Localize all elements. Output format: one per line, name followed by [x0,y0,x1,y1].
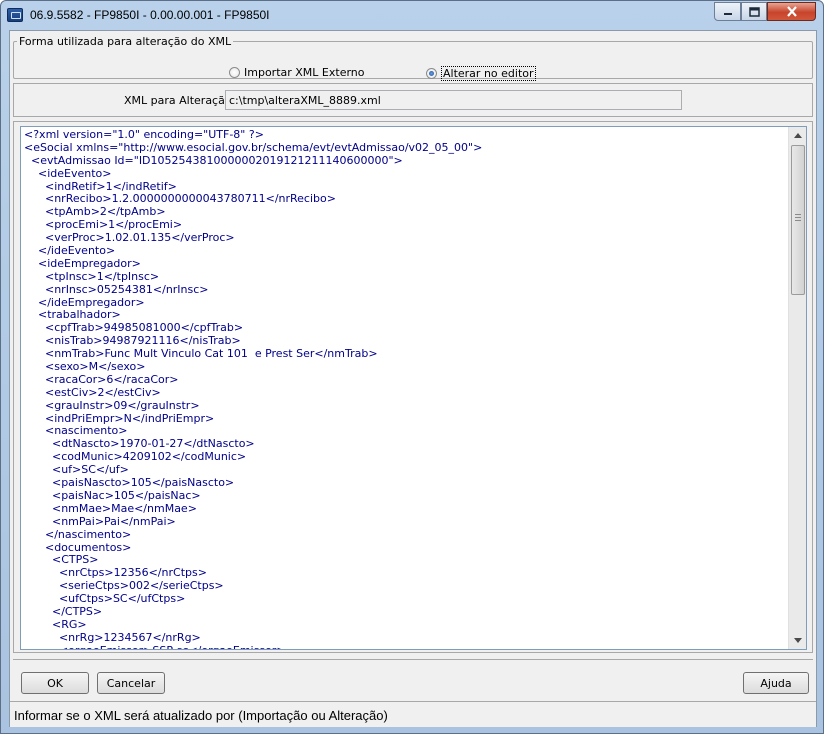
maximize-button[interactable] [741,2,767,21]
xml-line: </CTPS> [24,604,103,618]
radio-import-external-xml[interactable]: Importar XML Externo [229,66,365,79]
xml-line: <nmPai>Pai</nmPai> [24,514,176,528]
xml-line: </ideEmpregador> [24,295,145,309]
status-text: Informar se o XML será atualizado por (I… [14,708,388,723]
xml-line: <documentos> [24,540,132,554]
app-icon [7,8,23,22]
scroll-grip-icon [795,214,801,222]
help-button[interactable]: Ajuda [743,672,809,694]
xml-editor-text[interactable]: <?xml version="1.0" encoding="UTF-8" ?> <… [24,129,788,649]
ok-button[interactable]: OK [21,672,89,694]
dialog-window: 06.9.5582 - FP9850I - 0.00.00.001 - FP98… [0,0,824,734]
xml-line: <indPriEmpr>N</indPriEmpr> [24,411,215,425]
button-bar: OK Cancelar Ajuda [13,659,813,700]
minimize-button[interactable] [714,2,741,21]
minimize-icon [723,12,732,15]
xml-line: </ideEvento> [24,244,116,258]
radio-icon[interactable] [229,67,240,78]
scroll-down-button[interactable] [789,632,806,649]
xml-line: <nrRg>1234567</nrRg> [24,630,201,644]
xml-path-label: XML para Alteração: [124,94,236,107]
xml-line: <paisNac>105</paisNac> [24,488,201,502]
chevron-down-icon [793,638,802,643]
close-button[interactable] [767,2,816,21]
dialog-body: Forma utilizada para alteração do XML Im… [9,30,817,727]
xml-line: <ideEmpregador> [24,256,141,270]
xml-line: <tpInsc>1</tpInsc> [24,269,160,283]
radio-edit-in-editor[interactable]: Alterar no editor [426,66,536,81]
xml-path-panel: XML para Alteração: [13,83,813,117]
chevron-up-icon [793,133,802,138]
editor-panel: <?xml version="1.0" encoding="UTF-8" ?> <… [13,121,813,653]
radio-label: Importar XML Externo [244,66,365,79]
xml-line: <racaCor>6</racaCor> [24,372,179,386]
maximize-icon [748,6,760,17]
group-legend: Forma utilizada para alteração do XML [19,35,232,48]
xml-line: <?xml version="1.0" encoding="UTF-8" ?> [24,129,264,141]
close-icon [786,6,797,17]
xml-line: <nrInsc>05254381</nrInsc> [24,282,209,296]
xml-line: <RG> [24,617,87,631]
window-title: 06.9.5582 - FP9850I - 0.00.00.001 - FP98… [30,8,270,22]
title-bar[interactable]: 06.9.5582 - FP9850I - 0.00.00.001 - FP98… [1,1,823,29]
xml-line: <orgaoEmissor>SSP-sc</orgaoEmissor> [24,644,788,649]
xml-editor[interactable]: <?xml version="1.0" encoding="UTF-8" ?> <… [20,126,807,650]
vertical-scrollbar[interactable] [788,127,806,649]
xml-line: <verProc>1.02.01.135</verProc> [24,231,235,245]
status-bar: Informar se o XML será atualizado por (I… [10,701,816,727]
xml-line: <grauInstr>09</grauInstr> [24,398,200,412]
radio-selected-icon[interactable] [426,68,437,79]
cancel-button[interactable]: Cancelar [97,672,165,694]
xml-line: <nmMae>Mae</nmMae> [24,501,197,515]
radio-label: Alterar no editor [441,66,536,81]
xml-line: <codMunic>4209102</codMunic> [24,450,247,464]
xml-line: </nascimento> [24,527,132,541]
xml-line: <evtAdmissao Id="ID105254381000000201912… [24,153,403,167]
xml-line: <ufCtps>SC</ufCtps> [24,592,186,606]
xml-line: <estCiv>2</estCiv> [24,385,161,399]
xml-line: <paisNascto>105</paisNascto> [24,476,235,490]
scroll-thumb[interactable] [791,145,805,295]
scroll-up-button[interactable] [789,127,806,144]
xml-line: <ideEvento> [24,166,112,180]
xml-line: <sexo>M</sexo> [24,360,146,374]
xml-line: <eSocial xmlns="http://www.esocial.gov.b… [24,140,483,154]
xml-path-field[interactable] [225,90,682,110]
xml-change-mode-group: Forma utilizada para alteração do XML Im… [13,35,813,81]
